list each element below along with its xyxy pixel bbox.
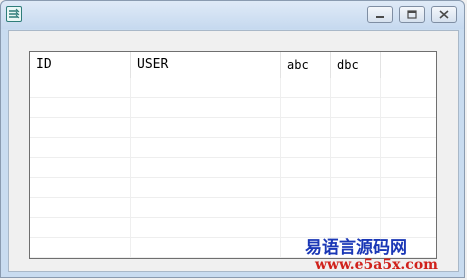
- column-header-abc[interactable]: abc: [281, 52, 331, 78]
- app-logo-graphic: [9, 8, 20, 19]
- table-row[interactable]: [30, 178, 436, 198]
- close-icon: [439, 10, 449, 19]
- column-header-empty: [381, 52, 436, 78]
- list-header: ID USER abc dbc: [30, 52, 436, 78]
- minimize-icon: [376, 16, 384, 18]
- watermark-url: www.e5a5x.com: [315, 257, 438, 273]
- maximize-icon: [407, 10, 417, 19]
- watermark-site-name: 易语言源码网: [305, 238, 407, 258]
- column-header-id[interactable]: ID: [30, 52, 131, 78]
- table-row[interactable]: [30, 198, 436, 218]
- maximize-button[interactable]: [399, 6, 425, 23]
- column-header-dbc[interactable]: dbc: [331, 52, 381, 78]
- column-header-user[interactable]: USER: [131, 52, 281, 78]
- title-bar[interactable]: [1, 1, 464, 29]
- data-list-view[interactable]: ID USER abc dbc: [29, 51, 437, 259]
- table-row[interactable]: [30, 98, 436, 118]
- app-icon[interactable]: [6, 6, 22, 22]
- table-row[interactable]: [30, 78, 436, 98]
- minimize-button[interactable]: [367, 6, 393, 23]
- table-row[interactable]: [30, 158, 436, 178]
- table-row[interactable]: [30, 118, 436, 138]
- close-button[interactable]: [431, 6, 457, 23]
- table-row[interactable]: [30, 138, 436, 158]
